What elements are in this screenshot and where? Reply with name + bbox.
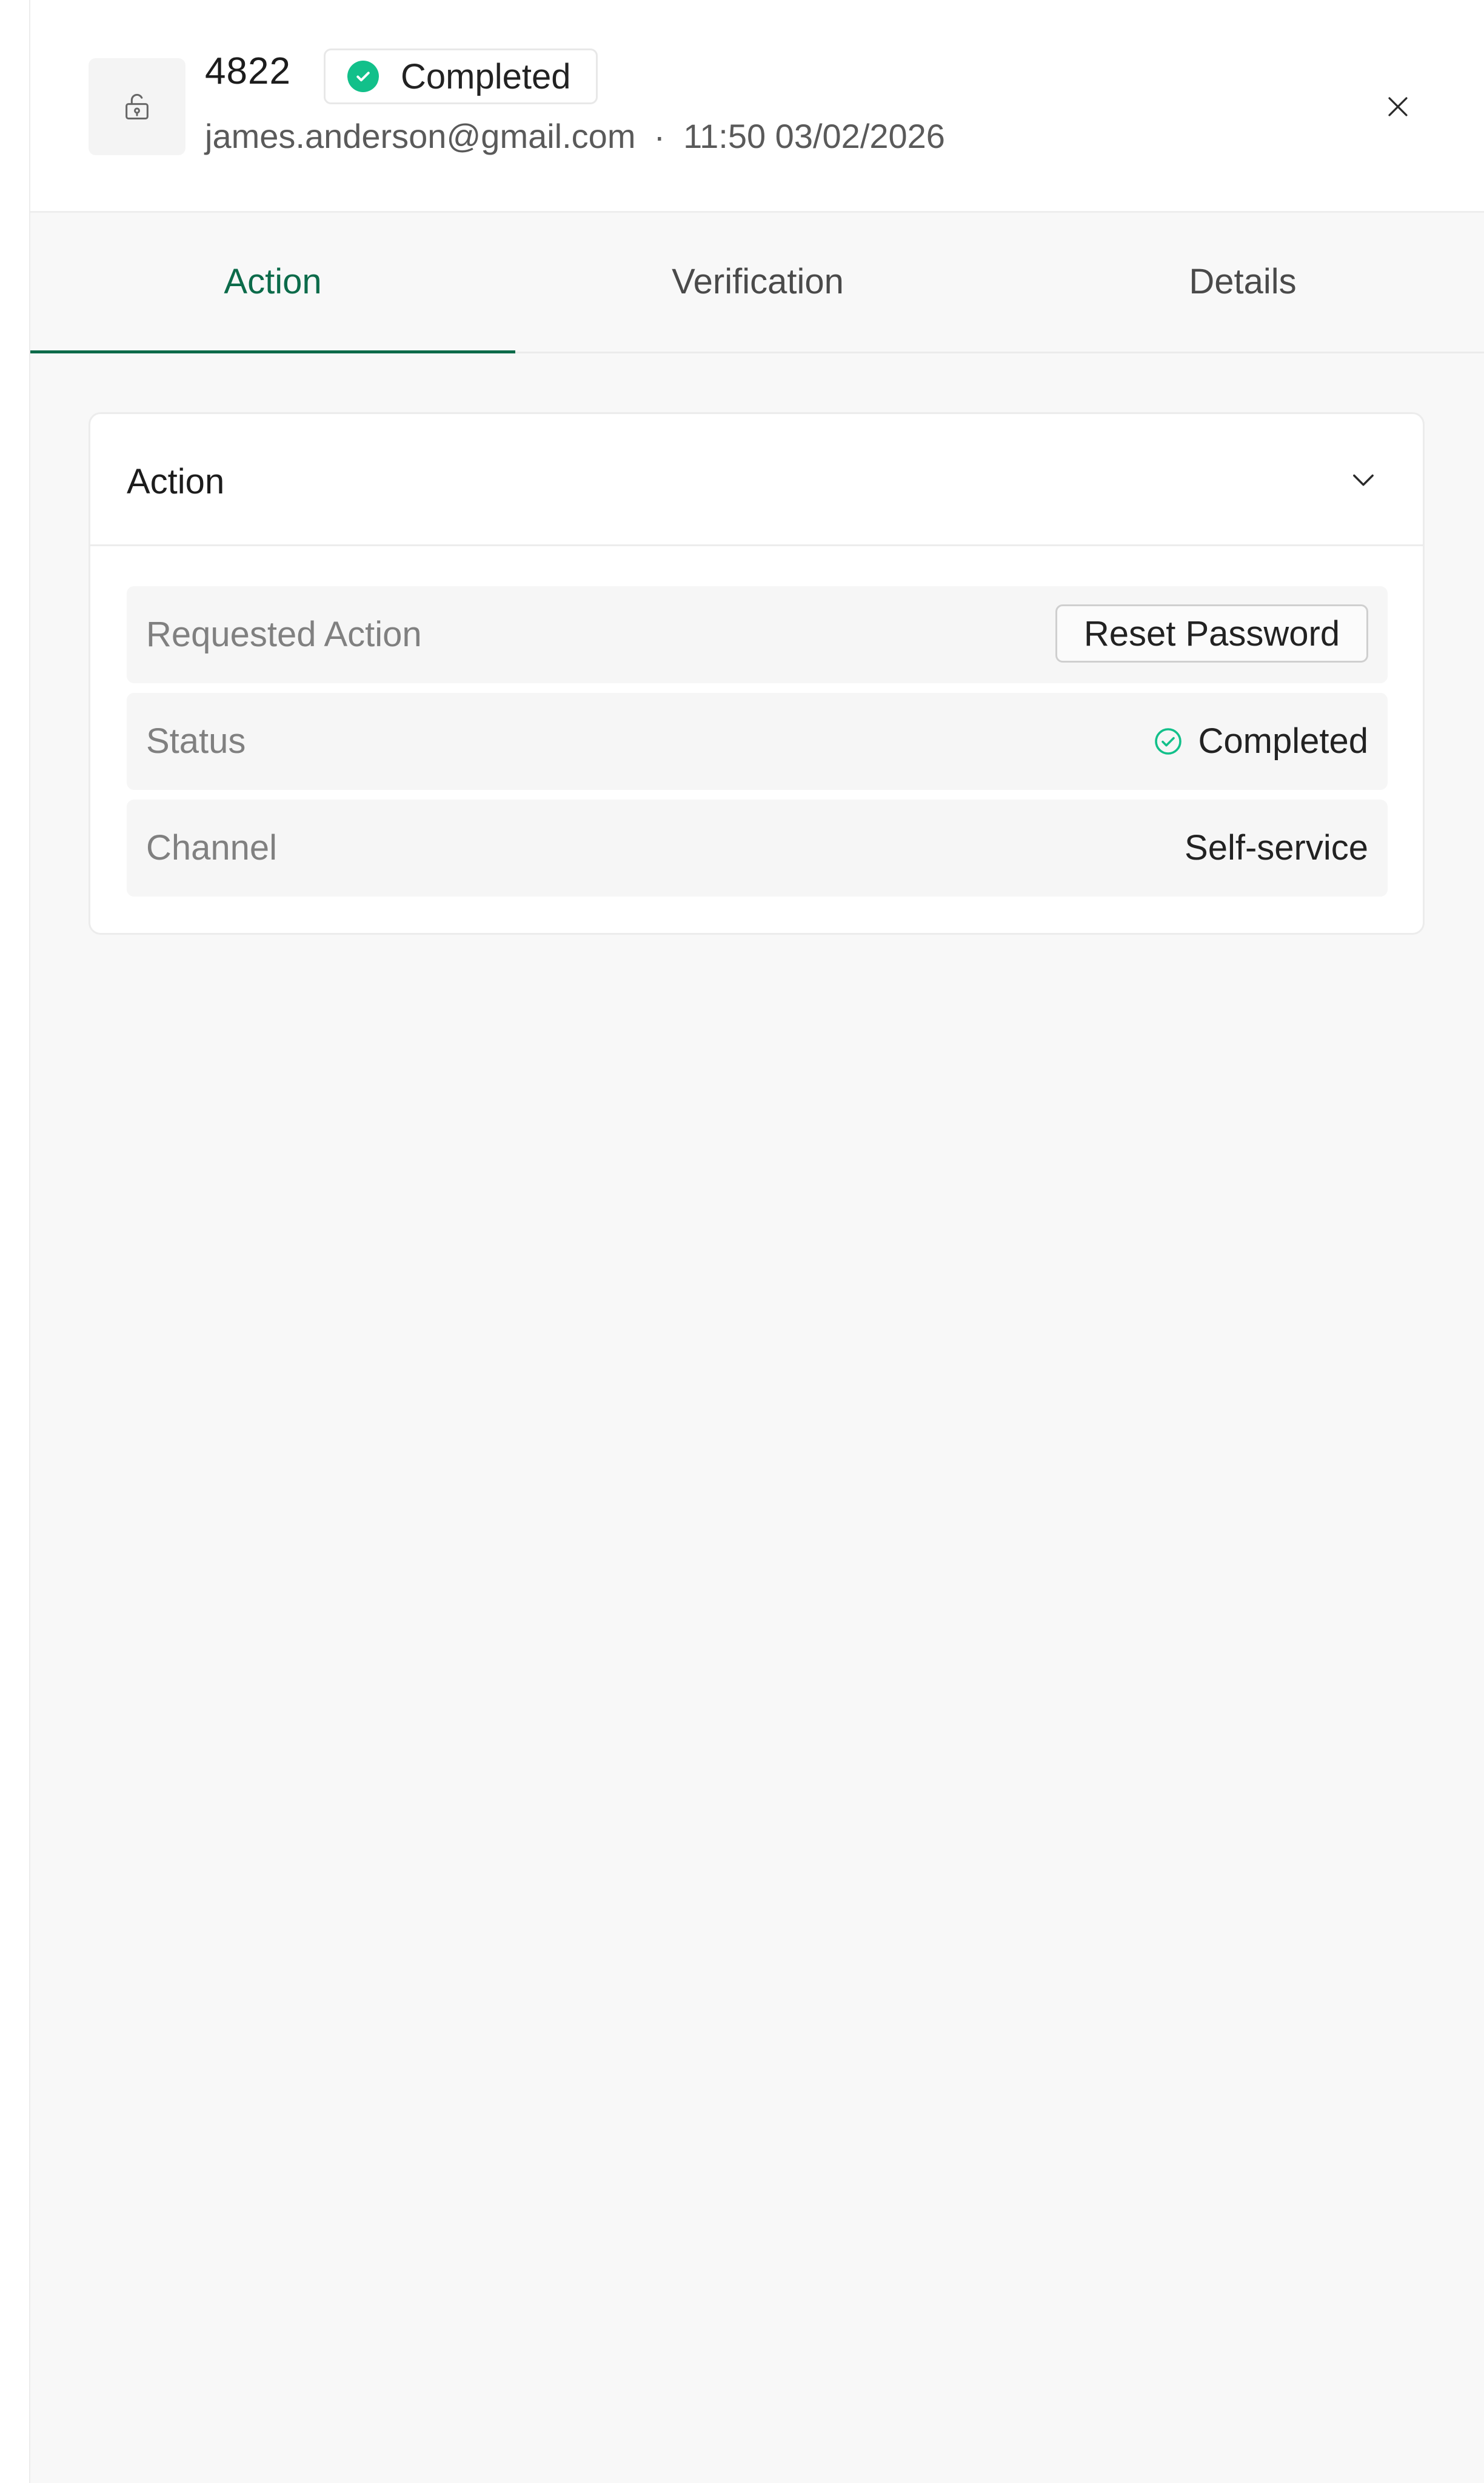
unlock-icon <box>89 58 186 155</box>
status-value: Completed <box>1154 721 1368 761</box>
close-icon <box>1388 97 1408 116</box>
tab-verification[interactable]: Verification <box>515 211 1000 352</box>
header-subline: james.anderson@gmail.com · 11:50 03/02/202… <box>205 116 945 156</box>
close-button[interactable] <box>1376 85 1420 129</box>
collapse-button[interactable] <box>1339 455 1388 504</box>
card-title: Action <box>127 462 225 501</box>
action-card-header[interactable]: Action <box>90 414 1423 546</box>
status-text: Completed <box>1198 721 1368 761</box>
separator: · <box>653 117 666 155</box>
panel-header: 4822 Completed james.anderson@gmail.com ·… <box>30 0 1484 213</box>
row-status: Status Completed <box>127 693 1388 790</box>
status-badge: Completed <box>324 48 598 104</box>
tab-bar: Action Verification Details <box>30 211 1484 353</box>
record-id: 4822 <box>205 50 291 92</box>
user-email: james.anderson@gmail.com <box>205 117 636 155</box>
requested-action-button[interactable]: Reset Password <box>1055 604 1368 663</box>
chevron-down-icon <box>1353 474 1374 486</box>
tab-details[interactable]: Details <box>1000 211 1484 352</box>
timestamp: 11:50 03/02/2026 <box>683 117 945 155</box>
row-label: Channel <box>146 828 278 867</box>
row-requested-action: Requested Action Reset Password <box>127 586 1388 683</box>
action-card: Action Requested Action Reset Password S… <box>89 412 1425 935</box>
status-badge-label: Completed <box>401 56 571 96</box>
tab-action[interactable]: Action <box>30 211 515 353</box>
row-label: Requested Action <box>146 615 422 654</box>
row-channel: Channel Self-service <box>127 800 1388 897</box>
row-label: Status <box>146 721 246 761</box>
detail-panel: 4822 Completed james.anderson@gmail.com ·… <box>29 0 1484 2483</box>
check-circle-icon <box>347 61 379 92</box>
check-circle-icon <box>1154 727 1182 755</box>
channel-value: Self-service <box>1185 828 1368 867</box>
